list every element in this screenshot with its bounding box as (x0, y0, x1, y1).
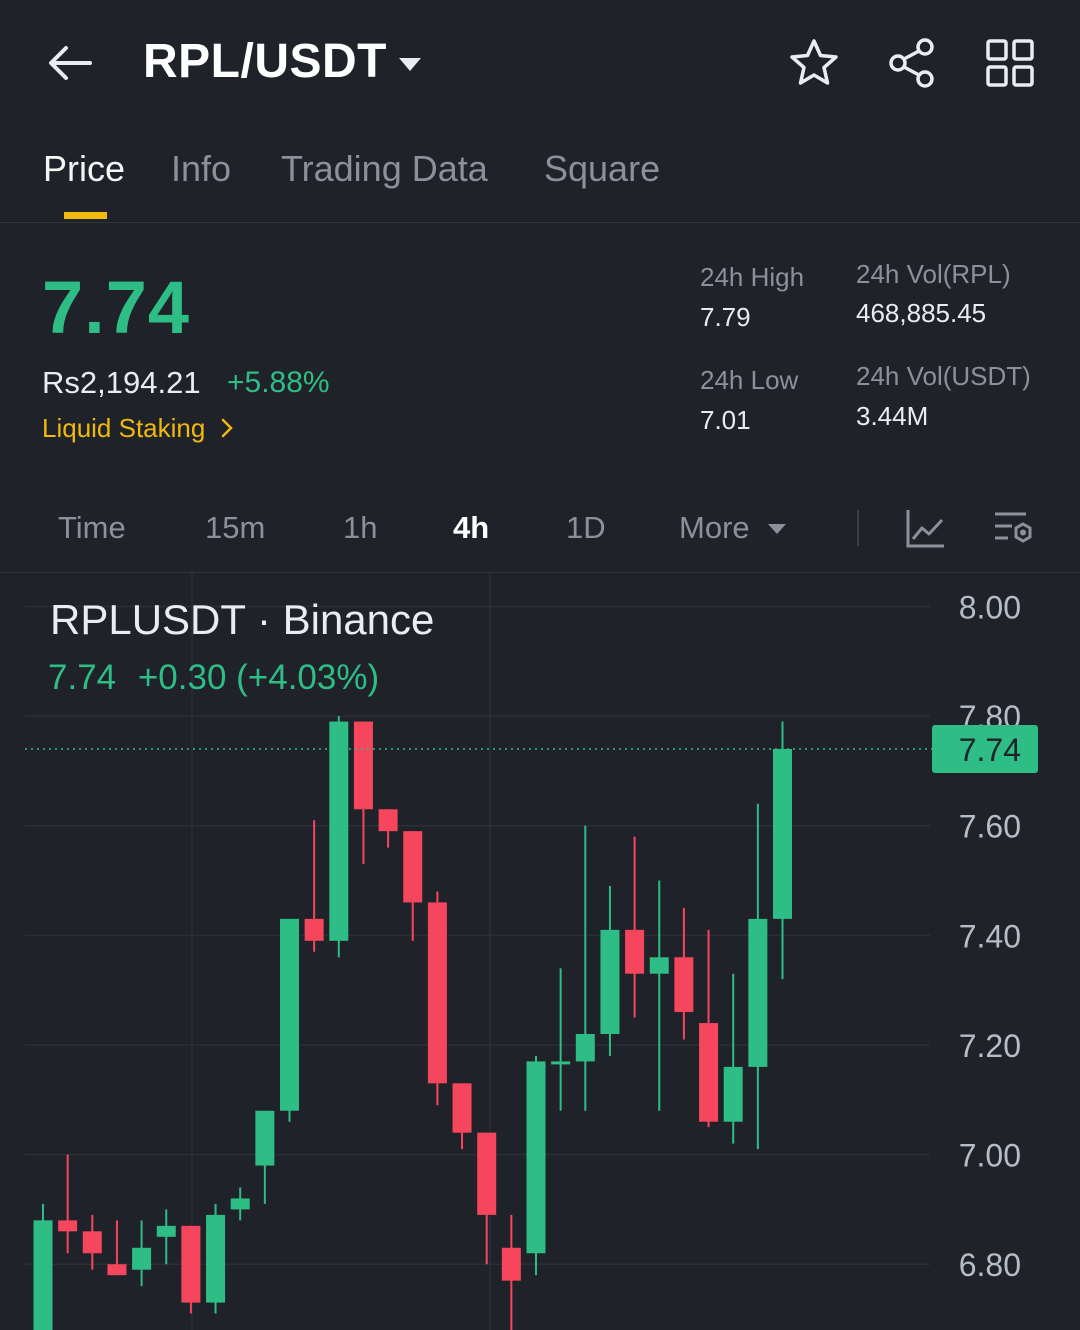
high-label: 24h High (700, 262, 805, 292)
chevron-right-icon (221, 418, 233, 438)
fiat-price: Rs2,194.21 (42, 365, 201, 400)
liquid-staking-link[interactable]: Liquid Staking (42, 413, 235, 444)
candle-body (230, 1198, 250, 1210)
candle-body (33, 1220, 53, 1330)
vol-base-label: 24h Vol(RPL) (856, 259, 1011, 289)
candle-body (206, 1214, 226, 1303)
candle-body (551, 1061, 571, 1065)
y-tick-label: 7.60 (959, 809, 1021, 845)
chart-legend: 7.74 +0.30 (+4.03%) (48, 658, 379, 698)
candle-body (477, 1132, 497, 1215)
interval-4h[interactable]: 4h (453, 510, 489, 546)
active-tab-indicator (64, 212, 107, 219)
caret-down-icon[interactable] (396, 52, 424, 74)
candle-body (773, 748, 792, 919)
candle-body (699, 1023, 719, 1122)
tab-trading-data[interactable]: Trading Data (281, 148, 488, 190)
candle-body (403, 831, 423, 903)
low-label: 24h Low (700, 365, 799, 395)
candle-body (748, 918, 768, 1067)
candle-body (600, 929, 620, 1034)
legend-price: 7.74 (48, 658, 117, 697)
candle-body (280, 918, 299, 1111)
candle-body (255, 1110, 275, 1166)
caret-down-icon[interactable] (766, 522, 788, 536)
candle-body (82, 1231, 102, 1254)
high-value: 7.79 (700, 302, 751, 332)
candle-body (156, 1225, 176, 1237)
grid-icon[interactable] (983, 36, 1037, 90)
divider (857, 510, 859, 546)
vol-quote-value: 3.44M (856, 401, 929, 431)
candle-body (501, 1247, 521, 1281)
candle-body (674, 957, 694, 1013)
tab-info[interactable]: Info (171, 148, 231, 190)
share-icon[interactable] (885, 36, 939, 90)
y-tick-label: 7.20 (959, 1028, 1021, 1064)
candle-body (452, 1083, 472, 1133)
legend-change: +0.30 (+4.03%) (137, 658, 380, 697)
liquid-staking-label: Liquid Staking (42, 413, 206, 443)
interval-1d[interactable]: 1D (566, 510, 606, 546)
top-bar: RPL/USDT (0, 0, 1080, 125)
tab-price[interactable]: Price (43, 148, 125, 190)
candle-body (329, 721, 349, 941)
interval-time[interactable]: Time (58, 510, 126, 546)
candle-body (132, 1247, 152, 1270)
candle-body (304, 918, 324, 941)
candle-body (625, 929, 645, 974)
last-price: 7.74 (42, 266, 191, 349)
chart-title: RPLUSDT · Binance (50, 596, 435, 643)
indicator-chart-icon[interactable] (904, 506, 948, 550)
candle-body (427, 902, 447, 1084)
current-price-label: 7.74 (959, 732, 1021, 768)
vol-quote-label: 24h Vol(USDT) (856, 361, 1031, 391)
low-value: 7.01 (700, 405, 751, 435)
candle-body (107, 1264, 127, 1276)
y-tick-label: 7.00 (959, 1138, 1021, 1174)
candle-body (526, 1061, 546, 1254)
candle-body (575, 1034, 595, 1062)
vol-base-value: 468,885.45 (856, 298, 987, 328)
tab-square[interactable]: Square (544, 148, 660, 190)
y-tick-label: 7.40 (959, 918, 1021, 954)
star-icon[interactable] (787, 36, 841, 90)
candle-body (723, 1066, 743, 1122)
candle-body (181, 1225, 201, 1303)
interval-15m[interactable]: 15m (205, 510, 265, 546)
y-tick-label: 8.00 (959, 589, 1021, 625)
y-tick-label: 6.80 (959, 1247, 1021, 1283)
interval-bar: Time 15m 1h 4h 1D More (0, 500, 1080, 573)
trading-pair-title[interactable]: RPL/USDT (143, 34, 387, 89)
price-change-percent: +5.88% (227, 366, 330, 399)
interval-1h[interactable]: 1h (343, 510, 377, 546)
back-arrow-icon[interactable] (40, 38, 100, 88)
chart-settings-icon[interactable] (992, 506, 1036, 550)
candle-body (353, 721, 373, 810)
candle-body (58, 1220, 78, 1232)
interval-more[interactable]: More (679, 510, 750, 546)
page-tabs: Price Info Trading Data Square (0, 140, 1080, 223)
candle-body (378, 809, 398, 832)
candle-body (649, 957, 669, 974)
